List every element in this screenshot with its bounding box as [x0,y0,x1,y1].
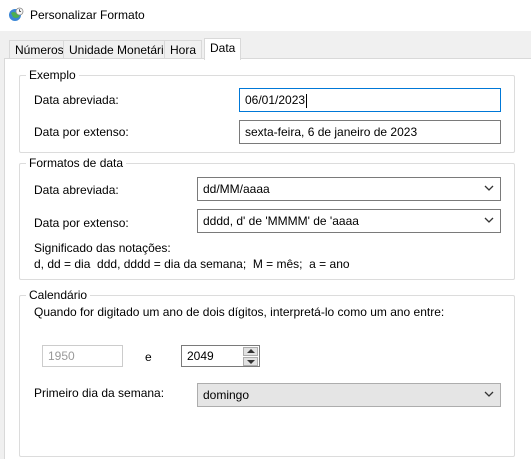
year-to-value: 2049 [187,349,214,363]
first-day-combo[interactable]: domingo [197,383,501,407]
text-caret [306,93,308,108]
group-calendario-legend: Calendário [26,288,91,302]
spin-down-button[interactable] [243,357,258,366]
tab-hora[interactable]: Hora [164,40,203,59]
long-date-format-value: dddd, d' de 'MMMM' de 'aaaa [203,214,359,228]
example-long-date-label: Data por extenso: [34,125,129,139]
notation-title: Significado das notações: [34,241,171,255]
short-date-format-combo[interactable]: dd/MM/aaaa [197,177,501,201]
tab-unidade-monetaria[interactable]: Unidade Monetária [63,40,177,59]
first-day-label: Primeiro dia da semana: [34,386,165,400]
title-bar: Personalizar Formato [0,0,531,31]
first-day-value: domingo [203,388,250,402]
window-title: Personalizar Formato [30,8,145,22]
group-exemplo-legend: Exemplo [26,68,79,82]
tab-data[interactable]: Data [204,38,242,60]
short-date-format-value: dd/MM/aaaa [203,182,270,196]
group-formatos-legend: Formatos de data [26,156,127,170]
tab-numeros[interactable]: Números [9,40,70,59]
short-date-format-label: Data abreviada: [34,183,119,197]
year-to-spinner[interactable]: 2049 [181,345,260,367]
long-date-format-combo[interactable]: dddd, d' de 'MMMM' de 'aaaa [197,209,501,233]
chevron-down-icon [484,217,494,223]
chevron-down-icon [484,185,494,191]
chevron-down-icon [484,391,494,397]
notation-text: d, dd = dia ddd, dddd = dia da semana; M… [34,257,350,271]
example-long-date-field[interactable]: sexta-feira, 6 de janeiro de 2023 [239,120,501,144]
example-short-date-label: Data abreviada: [34,93,119,107]
two-digit-year-text: Quando for digitado um ano de dois dígit… [34,305,445,319]
group-calendario: Calendário [19,288,515,457]
example-short-date-field[interactable]: 06/01/2023 [239,88,501,112]
year-from-field: 1950 [42,345,123,367]
globe-clock-icon [9,7,24,21]
spin-up-button[interactable] [243,347,258,356]
tab-strip: Números Unidade Monetária Hora Data [0,31,531,60]
year-range-conjunction: e [145,350,152,364]
long-date-format-label: Data por extenso: [34,216,129,230]
